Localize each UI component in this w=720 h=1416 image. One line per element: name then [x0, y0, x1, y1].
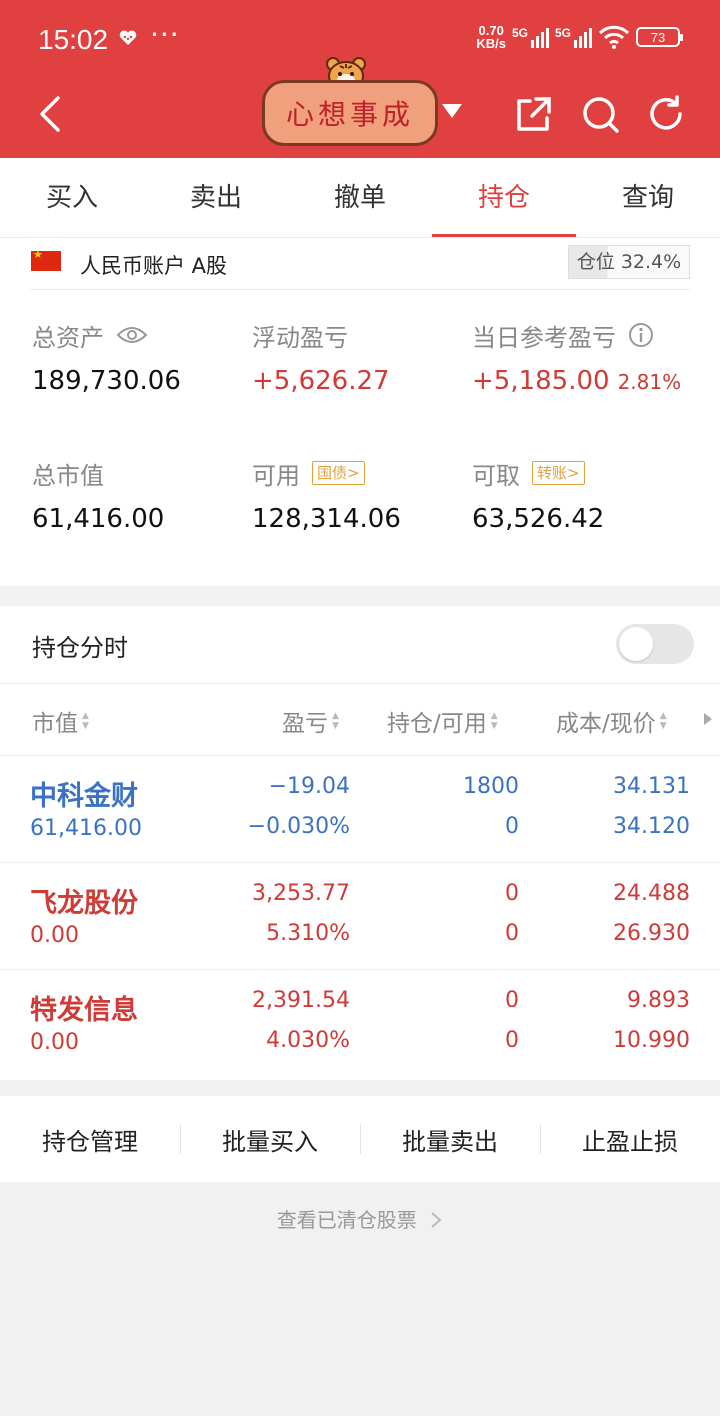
signal-icon: 5G	[512, 26, 549, 48]
app-header: 15:02 ··· 0.70 KB/s 5G 5G 73 心想事成	[0, 0, 720, 158]
sort-icon: ▲ ▼	[82, 711, 89, 731]
daily-pl-value: +5,185.00 2.81%	[472, 366, 682, 396]
stock-name: 中科金财	[30, 781, 138, 812]
take-profit-stop-loss-button[interactable]: 止盈止损	[540, 1122, 720, 1157]
tab-sell[interactable]: 卖出	[144, 158, 288, 237]
withdrawable-value: 63,526.42	[472, 504, 605, 534]
chevron-right-icon	[431, 1212, 442, 1228]
account-switcher-logo[interactable]: 心想事成	[258, 56, 442, 150]
trade-tabs: 买入 卖出 撤单 持仓 查询	[0, 158, 720, 238]
tab-query[interactable]: 查询	[576, 158, 720, 237]
total-assets: 总资产 189,730.06	[32, 323, 181, 397]
holding-row[interactable]: 特发信息 0.00 2,391.54 4.030% 0 0 9.893 10.9…	[0, 970, 720, 1077]
col-pl[interactable]: 盈亏 ▲ ▼	[282, 704, 339, 738]
asset-summary: 总资产 189,730.06 浮动盈亏 +5,626.27 当日参考盈亏 +5,…	[0, 290, 720, 586]
stock-avail: 0	[505, 1028, 519, 1053]
tab-buy[interactable]: 买入	[0, 158, 144, 237]
account-name: 人民币账户 A股	[80, 254, 228, 278]
stock-market-value: 0.00	[30, 1030, 79, 1055]
stock-pl-pct: −0.030%	[247, 814, 350, 839]
stock-pl-pct: 5.310%	[266, 921, 350, 946]
total-assets-value: 189,730.06	[32, 366, 181, 396]
china-flag-icon	[31, 248, 61, 271]
sort-icon: ▲ ▼	[490, 711, 498, 731]
stock-name: 飞龙股份	[30, 888, 138, 919]
stock-name: 特发信息	[30, 995, 138, 1026]
market-value-value: 61,416.00	[32, 504, 165, 534]
tab-cancel[interactable]: 撤单	[288, 158, 432, 237]
share-icon[interactable]	[514, 94, 554, 134]
stock-pl: 2,391.54	[252, 988, 350, 1013]
holding-row[interactable]: 飞龙股份 0.00 3,253.77 5.310% 0 0 24.488 26.…	[0, 863, 720, 970]
stock-market-value: 0.00	[30, 923, 79, 948]
tab-positions[interactable]: 持仓	[432, 158, 576, 237]
stock-pl: 3,253.77	[252, 881, 350, 906]
info-icon[interactable]	[628, 322, 654, 348]
holding-row[interactable]: 中科金财 61,416.00 −19.04 −0.030% 1800 0 34.…	[0, 756, 720, 863]
col-market-value[interactable]: 市值 ▲ ▼	[32, 704, 89, 738]
search-icon[interactable]	[580, 94, 620, 134]
stock-hold: 0	[505, 881, 519, 906]
dropdown-arrow-icon[interactable]	[442, 104, 462, 118]
logo-text: 心想事成	[285, 98, 414, 131]
daily-pl-pct: 2.81%	[617, 370, 682, 394]
status-indicators: 0.70 KB/s 5G 5G 73	[476, 23, 683, 51]
manage-holdings-button[interactable]: 持仓管理	[0, 1122, 180, 1157]
app-notification-icon	[119, 30, 137, 45]
more-notifications-icon: ···	[150, 18, 180, 51]
holdings-title: 持仓分时	[32, 634, 128, 662]
net-speed: 0.70 KB/s	[476, 23, 506, 51]
eye-icon[interactable]	[116, 324, 148, 346]
available-funds: 可用 国债> 128,314.06	[252, 461, 401, 534]
stock-pl: −19.04	[268, 774, 350, 799]
floating-pl-value: +5,626.27	[252, 366, 390, 396]
withdrawable-funds: 可取 转账> 63,526.42	[472, 461, 605, 534]
holdings-actions: 持仓管理 批量买入 批量卖出 止盈止损	[0, 1096, 720, 1182]
stock-cost: 24.488	[613, 881, 690, 906]
logo-plate: 心想事成	[262, 80, 438, 146]
cleared-stocks-link[interactable]: 查看已清仓股票	[0, 1204, 720, 1233]
toggle-knob	[619, 627, 653, 661]
stock-avail: 0	[505, 814, 519, 839]
position-ratio-badge: 仓位 32.4%	[568, 245, 690, 279]
holdings-intraday-toggle[interactable]	[616, 624, 694, 664]
status-time: 15:02	[38, 24, 109, 55]
sort-icon: ▲ ▼	[332, 711, 339, 731]
market-value: 总市值 61,416.00	[32, 461, 165, 535]
battery-icon: 73	[636, 27, 683, 47]
treasury-bond-button[interactable]: 国债>	[312, 461, 365, 485]
more-columns-icon[interactable]	[704, 713, 712, 725]
wifi-icon	[598, 25, 630, 49]
stock-hold: 0	[505, 988, 519, 1013]
col-cost-price[interactable]: 成本/现价 ▲ ▼	[556, 704, 667, 738]
stock-hold: 1800	[463, 774, 519, 799]
daily-pl: 当日参考盈亏 +5,185.00 2.81%	[472, 322, 682, 396]
floating-pl: 浮动盈亏 +5,626.27	[252, 323, 390, 397]
refresh-icon[interactable]	[646, 94, 686, 134]
stock-avail: 0	[505, 921, 519, 946]
available-value: 128,314.06	[252, 504, 401, 534]
back-icon[interactable]	[32, 92, 68, 136]
holdings-column-header: 市值 ▲ ▼ 盈亏 ▲ ▼ 持仓/可用 ▲ ▼ 成本/现价 ▲ ▼	[0, 684, 720, 756]
stock-cost: 9.893	[627, 988, 690, 1013]
stock-price: 10.990	[613, 1028, 690, 1053]
sort-icon: ▲ ▼	[659, 711, 667, 731]
account-row: 人民币账户 A股 仓位 32.4%	[0, 238, 720, 290]
transfer-button[interactable]: 转账>	[532, 461, 585, 485]
batch-buy-button[interactable]: 批量买入	[180, 1122, 360, 1157]
stock-cost: 34.131	[613, 774, 690, 799]
stock-pl-pct: 4.030%	[266, 1028, 350, 1053]
batch-sell-button[interactable]: 批量卖出	[360, 1122, 540, 1157]
holdings-header: 持仓分时	[0, 606, 720, 684]
signal-icon: 5G	[555, 26, 592, 48]
stock-price: 26.930	[613, 921, 690, 946]
holdings-list: 中科金财 61,416.00 −19.04 −0.030% 1800 0 34.…	[0, 756, 720, 1080]
stock-market-value: 61,416.00	[30, 816, 142, 841]
stock-price: 34.120	[613, 814, 690, 839]
col-hold-avail[interactable]: 持仓/可用 ▲ ▼	[387, 704, 498, 738]
